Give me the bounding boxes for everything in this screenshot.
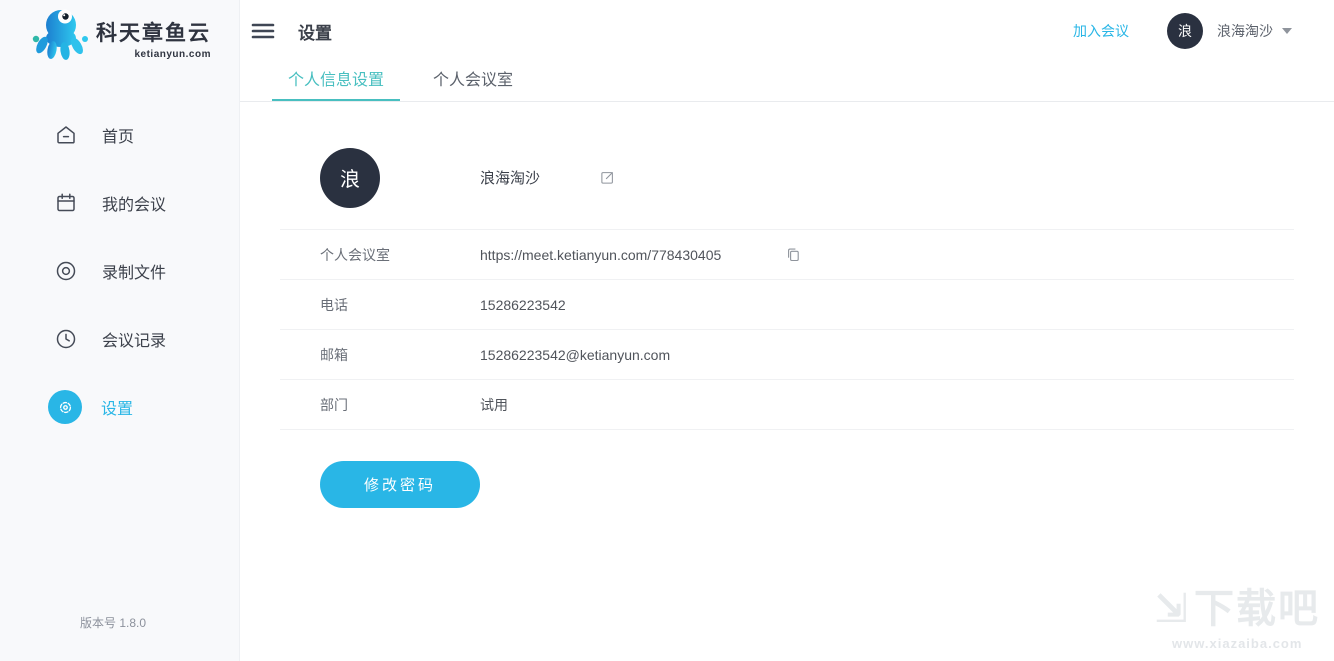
profile-avatar: 浪	[320, 148, 380, 208]
page-title: 设置	[298, 19, 332, 44]
sidebar-item-label: 设置	[101, 395, 133, 419]
sidebar-item-label: 录制文件	[102, 259, 166, 283]
settings-tabs: 个人信息设置 个人会议室	[240, 62, 1334, 102]
sidebar-item-recordings[interactable]: 录制文件	[0, 254, 239, 288]
sidebar-item-meeting-history[interactable]: 会议记录	[0, 322, 239, 356]
field-row-department: 部门 试用	[280, 380, 1294, 430]
topbar: 设置 加入会议 浪 浪海淘沙	[240, 0, 1334, 62]
copy-icon[interactable]	[785, 246, 801, 263]
field-label: 个人会议室	[320, 245, 480, 265]
brand-logo: 科天章鱼云 ketianyun.com	[0, 0, 239, 64]
personal-info-panel: 浪 浪海淘沙 个人会议室 https://meet.ketianyun.com/…	[280, 102, 1294, 508]
sidebar-item-my-meetings[interactable]: 我的会议	[0, 186, 239, 220]
clock-icon	[48, 322, 84, 356]
meeting-room-url: https://meet.ketianyun.com/778430405	[480, 247, 721, 263]
sidebar: 科天章鱼云 ketianyun.com 首页	[0, 0, 240, 661]
field-row-email: 邮箱 15286223542@ketianyun.com	[280, 330, 1294, 380]
field-label: 电话	[320, 295, 480, 315]
sidebar-nav: 首页 我的会议 录	[0, 118, 239, 424]
field-row-meeting-room: 个人会议室 https://meet.ketianyun.com/7784304…	[280, 230, 1294, 280]
home-icon	[48, 118, 84, 152]
menu-toggle-icon[interactable]	[250, 18, 276, 44]
sidebar-item-label: 会议记录	[102, 327, 166, 351]
octopus-logo-icon	[30, 5, 94, 63]
tab-personal-meeting-room[interactable]: 个人会议室	[417, 62, 529, 101]
profile-display-name: 浪海淘沙	[480, 167, 540, 188]
join-meeting-link[interactable]: 加入会议	[1073, 21, 1129, 41]
department-value: 试用	[480, 395, 508, 415]
app-window: 科天章鱼云 ketianyun.com 首页	[0, 0, 1334, 661]
sidebar-item-label: 我的会议	[102, 191, 166, 215]
brand-text: 科天章鱼云 ketianyun.com	[96, 5, 211, 60]
sidebar-item-home[interactable]: 首页	[0, 118, 239, 152]
brand-domain: ketianyun.com	[96, 49, 211, 60]
change-password-button[interactable]: 修改密码	[320, 461, 480, 508]
gear-icon	[48, 390, 82, 424]
brand-name: 科天章鱼云	[96, 17, 211, 47]
field-label: 邮箱	[320, 345, 480, 365]
chevron-down-icon[interactable]	[1282, 28, 1292, 34]
sidebar-item-label: 首页	[102, 123, 134, 147]
profile-row: 浪 浪海淘沙	[280, 102, 1294, 230]
field-label: 部门	[320, 395, 480, 415]
user-name[interactable]: 浪海淘沙	[1217, 21, 1273, 41]
tab-personal-info[interactable]: 个人信息设置	[272, 62, 400, 101]
sidebar-item-settings[interactable]: 设置	[0, 390, 239, 424]
field-row-phone: 电话 15286223542	[280, 280, 1294, 330]
email-value: 15286223542@ketianyun.com	[480, 347, 670, 363]
avatar[interactable]: 浪	[1167, 13, 1203, 49]
record-icon	[48, 254, 84, 288]
edit-name-button[interactable]	[600, 170, 615, 185]
calendar-icon	[48, 186, 84, 220]
version-label: 版本号 1.8.0	[80, 614, 146, 631]
main-area: 设置 加入会议 浪 浪海淘沙 个人信息设置 个人会议室 浪 浪海淘沙	[240, 0, 1334, 661]
topbar-right: 加入会议 浪 浪海淘沙	[1073, 13, 1292, 49]
phone-value: 15286223542	[480, 297, 566, 313]
